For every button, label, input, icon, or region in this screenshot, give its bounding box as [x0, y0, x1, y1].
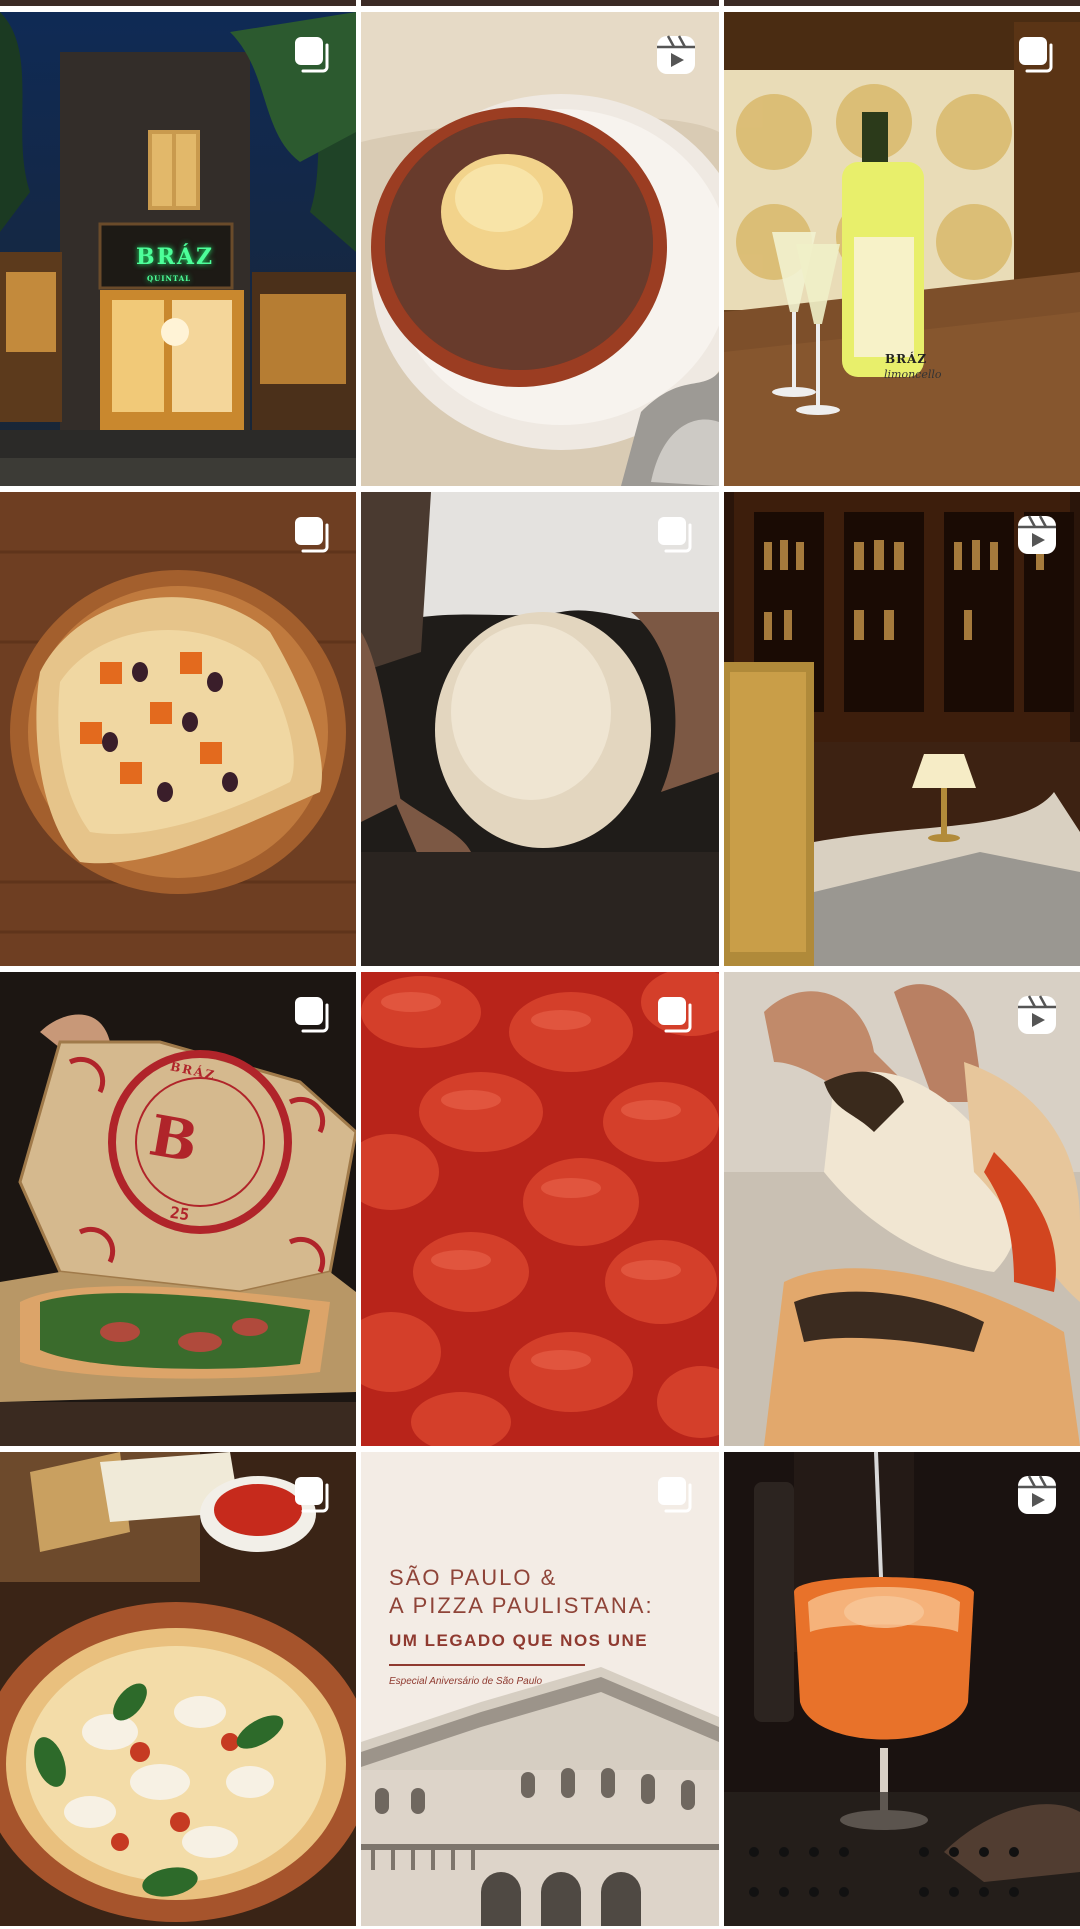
previous-post-edge	[0, 0, 356, 6]
reels-icon	[1016, 1474, 1058, 1516]
profile-posts-grid: BRÁZ QUINTAL BRÁZ limoncello BRÁZ B 25 S…	[0, 12, 1080, 1926]
carousel-icon	[292, 994, 334, 1036]
post-image	[724, 12, 1080, 486]
poster-title-line-1: SÃO PAULO &	[389, 1565, 558, 1590]
carousel-icon	[655, 994, 697, 1036]
carousel-icon	[655, 1474, 697, 1516]
post-tile-poster[interactable]: SÃO PAULO & A PIZZA PAULISTANA: UM LEGAD…	[361, 1452, 719, 1926]
post-tile-dessert[interactable]	[361, 12, 719, 486]
reels-icon	[1016, 994, 1058, 1036]
carousel-icon	[292, 1474, 334, 1516]
reels-icon	[1016, 514, 1058, 556]
post-image	[361, 1452, 719, 1926]
post-tile-pizza-box[interactable]: BRÁZ B 25	[0, 972, 356, 1446]
post-image	[724, 1452, 1080, 1926]
neon-sign-text: BRÁZ	[136, 244, 215, 270]
post-image	[0, 1452, 356, 1926]
post-image	[361, 972, 719, 1446]
carousel-icon	[292, 514, 334, 556]
poster-title-line-2: A PIZZA PAULISTANA:	[389, 1593, 654, 1618]
post-tile-limoncello[interactable]: BRÁZ limoncello	[724, 12, 1080, 486]
previous-row-edge	[0, 0, 1080, 12]
post-image	[361, 12, 719, 486]
bottle-label-brand: BRÁZ	[885, 352, 928, 366]
post-tile-pizza-board[interactable]	[0, 492, 356, 966]
post-tile-cocktail[interactable]	[724, 1452, 1080, 1926]
carousel-icon	[655, 514, 697, 556]
poster-subtitle: Especial Aniversário de São Paulo	[389, 1676, 543, 1687]
post-image	[724, 492, 1080, 966]
poster-text-block: SÃO PAULO & A PIZZA PAULISTANA: UM LEGAD…	[389, 1564, 709, 1687]
post-image	[361, 492, 719, 966]
post-tile-dough[interactable]	[361, 492, 719, 966]
carousel-icon	[1016, 34, 1058, 76]
poster-title-line-3: UM LEGADO QUE NOS UNE	[389, 1631, 649, 1650]
neon-sign-subtext: QUINTAL	[147, 274, 192, 283]
poster-divider	[389, 1664, 585, 1666]
post-tile-pizza-crust[interactable]	[724, 972, 1080, 1446]
previous-post-edge	[361, 0, 719, 6]
post-tile-tomatoes[interactable]	[361, 972, 719, 1446]
post-tile-margherita[interactable]	[0, 1452, 356, 1926]
carousel-icon	[292, 34, 334, 76]
previous-post-edge	[724, 0, 1080, 6]
bottle-label-name: limoncello	[884, 368, 942, 381]
post-image	[724, 972, 1080, 1446]
post-tile-bar-interior[interactable]	[724, 492, 1080, 966]
reels-icon	[655, 34, 697, 76]
post-tile-restaurant-facade[interactable]: BRÁZ QUINTAL	[0, 12, 356, 486]
box-print-year: 25	[168, 1202, 191, 1225]
post-image	[0, 492, 356, 966]
